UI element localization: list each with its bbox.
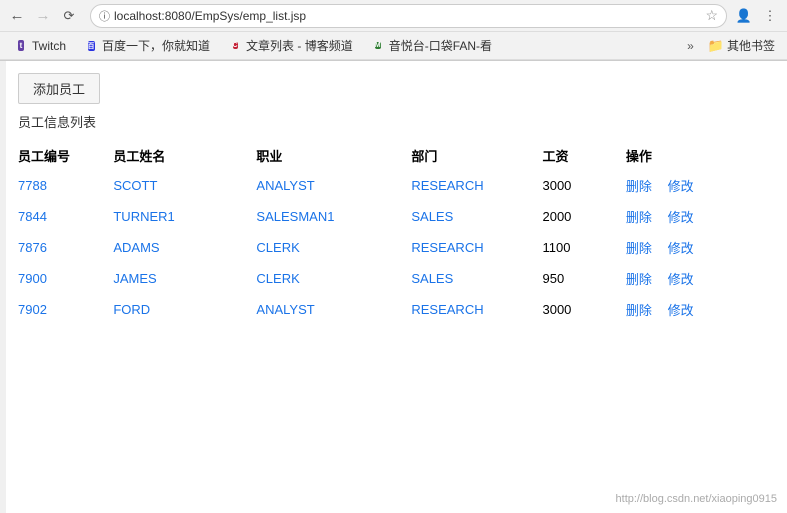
profile-button[interactable]: 👤: [733, 5, 755, 27]
th-sal: 工资: [542, 141, 625, 170]
bookmarks-other-button[interactable]: 📁 其他书签: [702, 35, 781, 56]
cell-id: 7876: [18, 232, 113, 263]
cell-job: SALESMAN1: [256, 201, 411, 232]
cell-dept: SALES: [411, 263, 542, 294]
toolbar-icons: 👤 ⋮: [733, 5, 781, 27]
th-id: 员工编号: [18, 141, 113, 170]
delete-link[interactable]: 删除: [626, 272, 652, 287]
cell-name: SCOTT: [113, 170, 256, 201]
cell-job: ANALYST: [256, 294, 411, 325]
cell-id: 7900: [18, 263, 113, 294]
bookmark-twitch-label: Twitch: [32, 39, 66, 53]
watermark: http://blog.csdn.net/xiaoping0915: [616, 493, 777, 505]
cell-dept: RESEARCH: [411, 294, 542, 325]
edit-link[interactable]: 修改: [668, 241, 694, 256]
cell-id: 7844: [18, 201, 113, 232]
th-job: 职业: [256, 141, 411, 170]
bookmarks-other-label: 其他书签: [727, 37, 775, 54]
th-dept: 部门: [411, 141, 542, 170]
table-row: 7902 FORD ANALYST RESEARCH 3000 删除 修改: [18, 294, 769, 325]
cell-sal: 3000: [542, 294, 625, 325]
table-row: 7788 SCOTT ANALYST RESEARCH 3000 删除 修改: [18, 170, 769, 201]
page-content: 添加员工 员工信息列表 员工编号 员工姓名 职业 部门 工资 操作 7788 S…: [0, 61, 787, 513]
bookmark-twitch[interactable]: t Twitch: [6, 35, 74, 57]
forward-button[interactable]: →: [32, 5, 54, 27]
cell-job: ANALYST: [256, 170, 411, 201]
cell-job: CLERK: [256, 232, 411, 263]
cell-ops: 删除 修改: [626, 201, 769, 232]
bookmark-baidu-label: 百度一下，你就知道: [102, 37, 210, 54]
delete-link[interactable]: 删除: [626, 241, 652, 256]
cell-name: FORD: [113, 294, 256, 325]
edit-link[interactable]: 修改: [668, 272, 694, 287]
address-input[interactable]: [114, 9, 701, 23]
scrollbar-left[interactable]: [0, 61, 6, 513]
folder-icon: 📁: [708, 38, 724, 54]
edit-link[interactable]: 修改: [668, 179, 694, 194]
cell-name: JAMES: [113, 263, 256, 294]
cell-dept: RESEARCH: [411, 232, 542, 263]
bookmark-baidu[interactable]: 百 百度一下，你就知道: [76, 35, 218, 57]
edit-link[interactable]: 修改: [668, 303, 694, 318]
delete-link[interactable]: 删除: [626, 210, 652, 225]
cell-dept: RESEARCH: [411, 170, 542, 201]
menu-button[interactable]: ⋮: [759, 5, 781, 27]
cell-ops: 删除 修改: [626, 232, 769, 263]
cell-name: ADAMS: [113, 232, 256, 263]
page-title: 员工信息列表: [18, 112, 769, 131]
nav-bar: ← → ⟳ ⓘ ☆ 👤 ⋮: [0, 0, 787, 32]
bookmark-mdn-label: 音悦台-口袋FAN-看: [389, 37, 492, 54]
table-row: 7900 JAMES CLERK SALES 950 删除 修改: [18, 263, 769, 294]
nav-buttons: ← → ⟳: [6, 5, 84, 27]
bookmark-mdn[interactable]: M 音悦台-口袋FAN-看: [363, 35, 500, 57]
lock-icon: ⓘ: [99, 8, 110, 24]
delete-link[interactable]: 删除: [626, 303, 652, 318]
cell-id: 7902: [18, 294, 113, 325]
cell-dept: SALES: [411, 201, 542, 232]
bookmark-star-button[interactable]: ☆: [705, 7, 718, 24]
table-header: 员工编号 员工姓名 职业 部门 工资 操作: [18, 141, 769, 170]
cell-ops: 删除 修改: [626, 263, 769, 294]
th-ops: 操作: [626, 141, 769, 170]
th-name: 员工姓名: [113, 141, 256, 170]
cell-sal: 1100: [542, 232, 625, 263]
cell-sal: 3000: [542, 170, 625, 201]
add-employee-button[interactable]: 添加员工: [18, 73, 100, 104]
cell-sal: 2000: [542, 201, 625, 232]
delete-link[interactable]: 删除: [626, 179, 652, 194]
cell-sal: 950: [542, 263, 625, 294]
employee-table: 员工编号 员工姓名 职业 部门 工资 操作 7788 SCOTT ANALYST…: [18, 141, 769, 325]
table-header-row: 员工编号 员工姓名 职业 部门 工资 操作: [18, 141, 769, 170]
bookmarks-bar: t Twitch 百 百度一下，你就知道 C 文章列表 - 博客频道 M 音悦台…: [0, 32, 787, 60]
cell-ops: 删除 修改: [626, 294, 769, 325]
table-row: 7844 TURNER1 SALESMAN1 SALES 2000 删除 修改: [18, 201, 769, 232]
table-body: 7788 SCOTT ANALYST RESEARCH 3000 删除 修改 7…: [18, 170, 769, 325]
address-bar-container: ⓘ ☆: [90, 4, 727, 28]
bookmark-csdn-label: 文章列表 - 博客频道: [246, 37, 353, 54]
browser-chrome: ← → ⟳ ⓘ ☆ 👤 ⋮ t Twitch 百 百度一下，你就知道 C 文章列…: [0, 0, 787, 61]
cell-id: 7788: [18, 170, 113, 201]
bookmarks-more-button[interactable]: »: [681, 37, 700, 55]
edit-link[interactable]: 修改: [668, 210, 694, 225]
twitch-icon: t: [14, 39, 28, 53]
csdn-icon: C: [228, 39, 242, 53]
mdn-icon: M: [371, 39, 385, 53]
cell-ops: 删除 修改: [626, 170, 769, 201]
bookmark-csdn[interactable]: C 文章列表 - 博客频道: [220, 35, 361, 57]
refresh-button[interactable]: ⟳: [58, 5, 80, 27]
baidu-icon: 百: [84, 39, 98, 53]
cell-job: CLERK: [256, 263, 411, 294]
table-row: 7876 ADAMS CLERK RESEARCH 1100 删除 修改: [18, 232, 769, 263]
cell-name: TURNER1: [113, 201, 256, 232]
back-button[interactable]: ←: [6, 5, 28, 27]
